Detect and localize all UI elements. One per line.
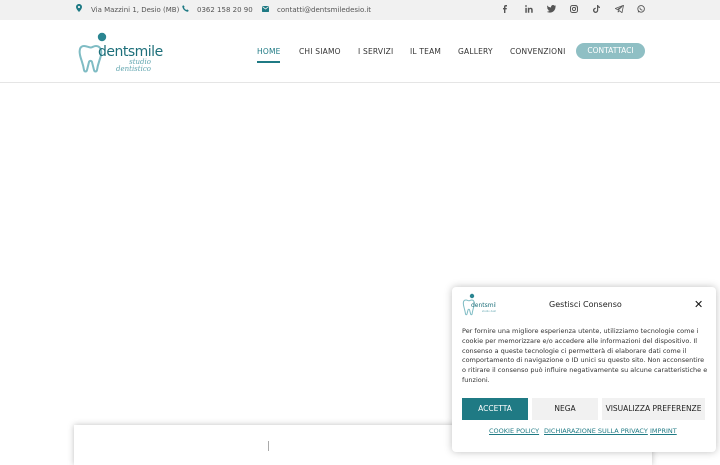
telegram-icon[interactable] — [614, 4, 624, 15]
close-icon[interactable]: ✕ — [694, 298, 703, 311]
email-item[interactable]: contatti@dentsmiledesio.it — [261, 0, 371, 20]
consent-body: Per fornire una migliore esperienza uten… — [462, 327, 708, 384]
nav-home[interactable]: HOME — [257, 47, 281, 56]
consent-title: Gestisci Consenso — [549, 300, 622, 309]
nav-chi-siamo[interactable]: CHI SIAMO — [299, 47, 341, 56]
linkedin-icon[interactable] — [524, 5, 534, 15]
modal-logo-icon: dentsmile studio dentistico — [462, 293, 496, 316]
nav-servizi[interactable]: I SERVIZI — [358, 47, 393, 56]
logo-subtitle: studio dentistico — [116, 59, 151, 73]
contattaci-button[interactable]: CONTATTACI — [576, 43, 645, 59]
tiktok-icon[interactable] — [591, 5, 601, 15]
nav-team[interactable]: IL TEAM — [410, 47, 441, 56]
instagram-icon[interactable] — [569, 5, 579, 15]
nav-gallery[interactable]: GALLERY — [458, 47, 493, 56]
svg-text:dentsmile: dentsmile — [471, 302, 496, 309]
address-item: Via Mazzini 1, Desio (MB) — [75, 0, 179, 20]
cookie-policy-link[interactable]: COOKIE POLICY — [489, 427, 539, 435]
imprint-link[interactable]: IMPRINT — [650, 427, 677, 435]
privacy-link[interactable]: DICHIARAZIONE SULLA PRIVACY — [544, 427, 648, 435]
envelope-icon — [261, 0, 269, 20]
site-header: dentsmile studio dentistico HOME CHI SIA… — [0, 20, 720, 83]
map-pin-icon — [75, 0, 83, 20]
logo-sub-line2: dentistico — [116, 65, 151, 73]
nav-active-indicator — [257, 61, 280, 63]
phone-item[interactable]: 0362 158 20 90 — [181, 0, 253, 20]
nav-convenzioni[interactable]: CONVENZIONI — [510, 47, 566, 56]
dentsmile-logo[interactable]: dentsmile studio dentistico — [78, 32, 163, 76]
phone-icon — [181, 0, 189, 20]
svg-text:studio dentistico: studio dentistico — [482, 310, 496, 313]
accept-button[interactable]: ACCETTA — [462, 398, 528, 420]
facebook-icon[interactable] — [500, 5, 510, 15]
address-text: Via Mazzini 1, Desio (MB) — [91, 6, 180, 14]
top-bar: Via Mazzini 1, Desio (MB) 0362 158 20 90… — [0, 0, 720, 20]
cookie-consent-dialog: dentsmile studio dentistico Gestisci Con… — [452, 287, 716, 452]
email-text: contatti@dentsmiledesio.it — [277, 6, 372, 14]
preferences-button[interactable]: VISUALIZZA PREFERENZE — [602, 398, 705, 420]
twitter-icon[interactable] — [546, 5, 556, 15]
phone-text: 0362 158 20 90 — [197, 6, 253, 14]
whatsapp-icon[interactable] — [636, 5, 646, 15]
deny-button[interactable]: NEGA — [532, 398, 598, 420]
